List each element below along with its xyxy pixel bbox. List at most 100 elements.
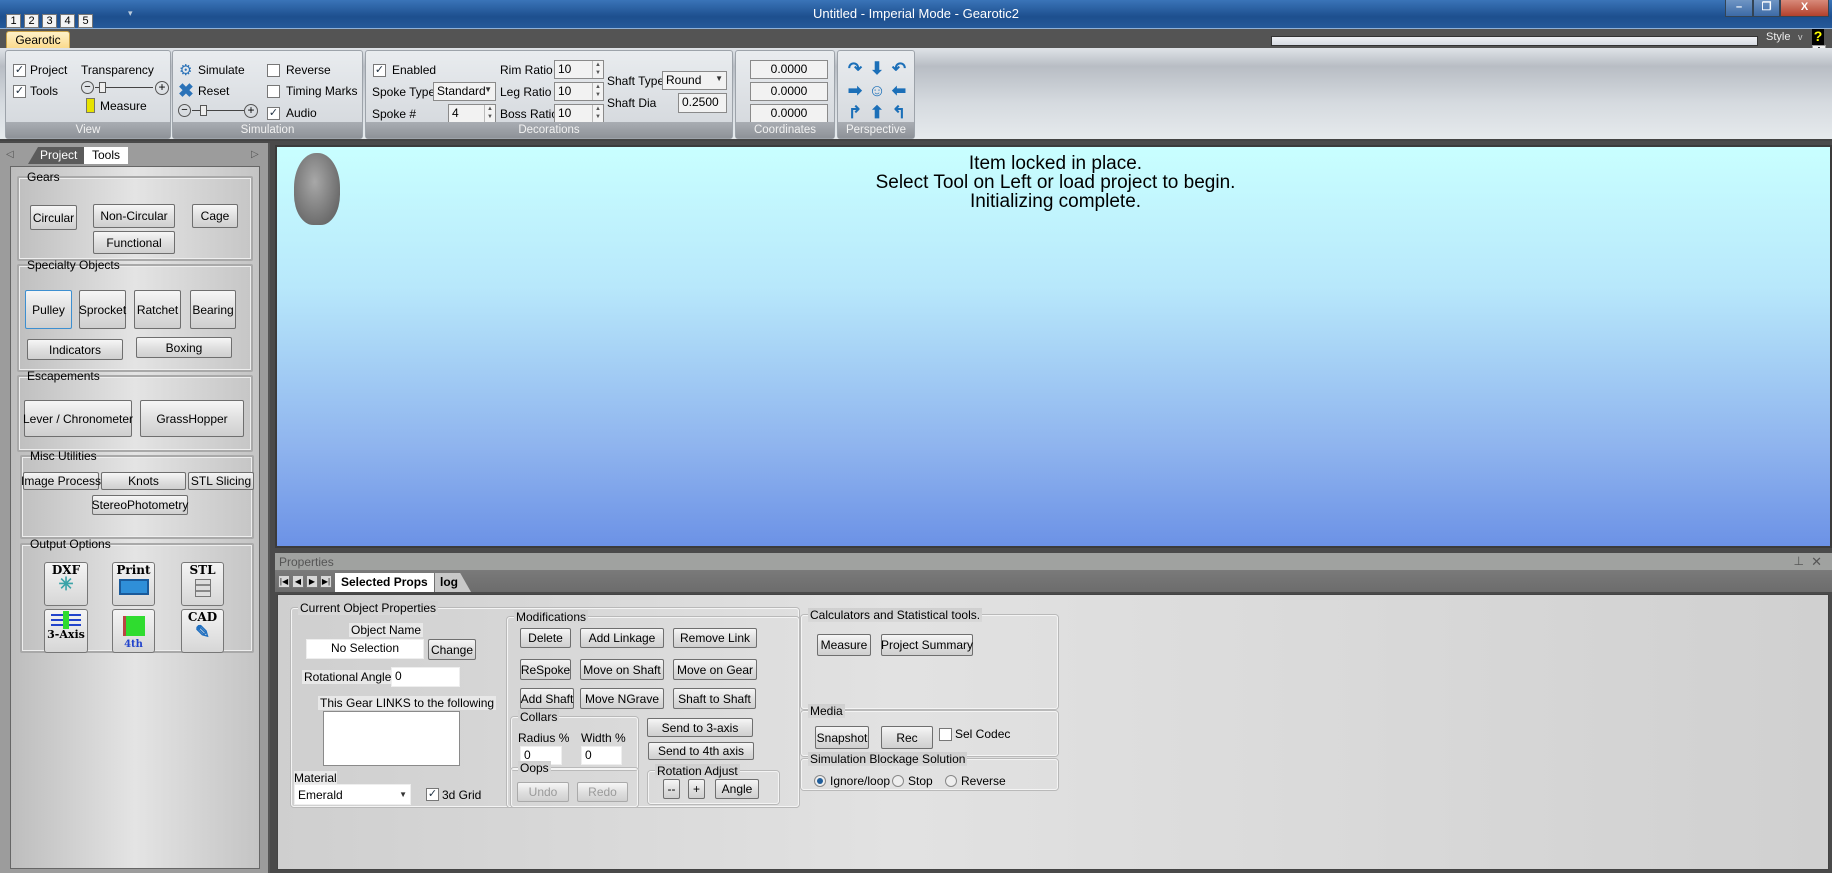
three-axis-button[interactable]: 3-Axis	[44, 609, 88, 653]
bearing-button[interactable]: Bearing	[190, 290, 236, 329]
snapshot-button[interactable]: Snapshot	[815, 726, 869, 749]
boxing-button[interactable]: Boxing	[136, 337, 232, 358]
functional-button[interactable]: Functional	[93, 231, 175, 254]
boss-ratio-spinner[interactable]: 10 ▲ ▼	[554, 104, 604, 123]
sprocket-button[interactable]: Sprocket	[79, 290, 126, 329]
move-ngrave-button[interactable]: Move NGrave	[580, 688, 664, 709]
print-button[interactable]: Print	[112, 562, 155, 606]
rotate-up-right-icon[interactable]: ↶	[890, 60, 908, 78]
pin-icon[interactable]: ⊥	[1794, 554, 1804, 568]
move-on-gear-button[interactable]: Move on Gear	[673, 659, 757, 680]
project-checkbox[interactable]: ✓	[13, 64, 26, 77]
coordinate-y[interactable]: 0.0000	[750, 82, 828, 101]
spinner-arrows-icon[interactable]: ▲ ▼	[592, 105, 603, 122]
stl-export-button[interactable]: STL	[181, 562, 224, 606]
knots-button[interactable]: Knots	[101, 472, 186, 490]
lever-chronometer-button[interactable]: Lever / Chronometer	[23, 400, 133, 437]
links-listbox[interactable]	[323, 711, 460, 766]
spinner-arrows-icon[interactable]: ▲ ▼	[484, 105, 495, 122]
simulate-button[interactable]: Simulate	[198, 63, 245, 77]
ignore-loop-radio[interactable]	[814, 775, 826, 787]
material-select[interactable]: Emerald ▼	[294, 784, 411, 805]
shaft-type-select[interactable]: Round ▼	[662, 71, 727, 90]
grasshopper-button[interactable]: GrassHopper	[140, 400, 244, 437]
width-input[interactable]: 0	[581, 746, 622, 765]
3d-viewport[interactable]: Item locked in place. Select Tool on Lef…	[275, 145, 1832, 548]
leg-ratio-spinner[interactable]: 10 ▲ ▼	[554, 82, 604, 101]
add-linkage-button[interactable]: Add Linkage	[580, 628, 664, 648]
circular-button[interactable]: Circular	[30, 205, 77, 230]
close-button[interactable]: X	[1780, 0, 1829, 17]
dxf-export-button[interactable]: DXF ✳	[44, 562, 88, 606]
sel-codec-checkbox[interactable]	[939, 728, 952, 741]
reverse-checkbox[interactable]	[267, 64, 280, 77]
undo-button[interactable]: Undo	[517, 782, 569, 802]
delete-button[interactable]: Delete	[520, 628, 571, 648]
tab-tools[interactable]: Tools	[84, 147, 129, 164]
change-button[interactable]: Change	[428, 639, 476, 660]
arrow-down-icon[interactable]: ⬇	[868, 60, 886, 78]
style-label[interactable]: Style	[1766, 31, 1790, 43]
add-shaft-button[interactable]: Add Shaft	[520, 688, 574, 709]
scroll-left-icon[interactable]: ◁	[6, 149, 14, 160]
arrow-up-icon[interactable]: ⬆	[868, 104, 886, 122]
shaft-dia-input[interactable]: 0.2500	[678, 93, 727, 113]
rec-button[interactable]: Rec	[881, 726, 933, 749]
cage-button[interactable]: Cage	[192, 204, 238, 228]
coordinate-x[interactable]: 0.0000	[750, 60, 828, 79]
stereophotometry-button[interactable]: StereoPhotometry	[92, 495, 188, 515]
tab-log[interactable]: log	[435, 573, 471, 592]
spoke-type-select[interactable]: Standard ▼	[433, 82, 496, 101]
scroll-right-icon[interactable]: ▷	[251, 149, 259, 160]
audio-checkbox[interactable]: ✓	[267, 107, 280, 120]
reset-view-face-icon[interactable]: ☺	[868, 82, 886, 100]
tab-project[interactable]: Project	[28, 147, 86, 164]
move-on-shaft-button[interactable]: Move on Shaft	[580, 659, 664, 680]
nav-first-icon[interactable]: |◀	[278, 575, 290, 588]
rim-ratio-spinner[interactable]: 10 ▲ ▼	[554, 60, 604, 79]
measure-button[interactable]: Measure	[817, 634, 871, 656]
3d-grid-checkbox[interactable]: ✓	[426, 788, 439, 801]
object-name-input[interactable]: No Selection	[306, 639, 424, 659]
nav-next-icon[interactable]: ▶	[306, 575, 318, 588]
rotate-down-right-icon[interactable]: ↰	[890, 104, 908, 122]
stl-slicing-button[interactable]: STL Slicing	[188, 472, 254, 490]
style-dropdown-icon[interactable]: v	[1798, 32, 1803, 42]
reset-button[interactable]: Reset	[198, 84, 229, 98]
coordinate-z[interactable]: 0.0000	[750, 104, 828, 123]
rotate-plus-button[interactable]: +	[688, 779, 705, 799]
angle-button[interactable]: Angle	[715, 779, 759, 799]
ratchet-button[interactable]: Ratchet	[134, 290, 181, 329]
rotational-angle-input[interactable]: 0	[391, 667, 460, 687]
remove-link-button[interactable]: Remove Link	[673, 628, 757, 648]
fourth-axis-button[interactable]: 4th	[112, 609, 155, 653]
arrow-left-icon[interactable]: ⬅	[890, 82, 908, 100]
nav-last-icon[interactable]: ▶|	[320, 575, 332, 588]
rotate-down-left-icon[interactable]: ↱	[846, 104, 864, 122]
help-icon[interactable]: ?	[1812, 29, 1824, 45]
nav-prev-icon[interactable]: ◀	[292, 575, 304, 588]
respoke-button[interactable]: ReSpoke	[520, 659, 571, 680]
rotate-up-left-icon[interactable]: ↷	[846, 60, 864, 78]
tab-selected-props[interactable]: Selected Props	[335, 573, 434, 592]
stop-radio[interactable]	[892, 775, 904, 787]
redo-button[interactable]: Redo	[577, 782, 628, 802]
shaft-to-shaft-button[interactable]: Shaft to Shaft	[673, 688, 756, 709]
non-circular-button[interactable]: Non-Circular	[93, 204, 175, 228]
tab-gearotic[interactable]: Gearotic	[6, 31, 70, 49]
indicators-button[interactable]: Indicators	[27, 339, 123, 360]
rotate-minus-button[interactable]: --	[663, 779, 680, 799]
timing-marks-checkbox[interactable]	[267, 85, 280, 98]
minimize-button[interactable]: –	[1725, 0, 1753, 17]
arrow-right-icon[interactable]: ➡	[846, 82, 864, 100]
project-summary-button[interactable]: Project Summary	[881, 634, 973, 656]
tools-checkbox[interactable]: ✓	[13, 85, 26, 98]
close-icon[interactable]: ✕	[1811, 554, 1822, 570]
speed-slider[interactable]: − +	[178, 104, 258, 118]
enabled-checkbox[interactable]: ✓	[373, 64, 386, 77]
image-process-button[interactable]: Image Process	[21, 472, 101, 490]
measure-button[interactable]: Measure	[100, 99, 147, 113]
send-to-4th-axis-button[interactable]: Send to 4th axis	[648, 742, 754, 760]
spinner-arrows-icon[interactable]: ▲ ▼	[592, 83, 603, 100]
restore-button[interactable]: ❐	[1753, 0, 1780, 17]
